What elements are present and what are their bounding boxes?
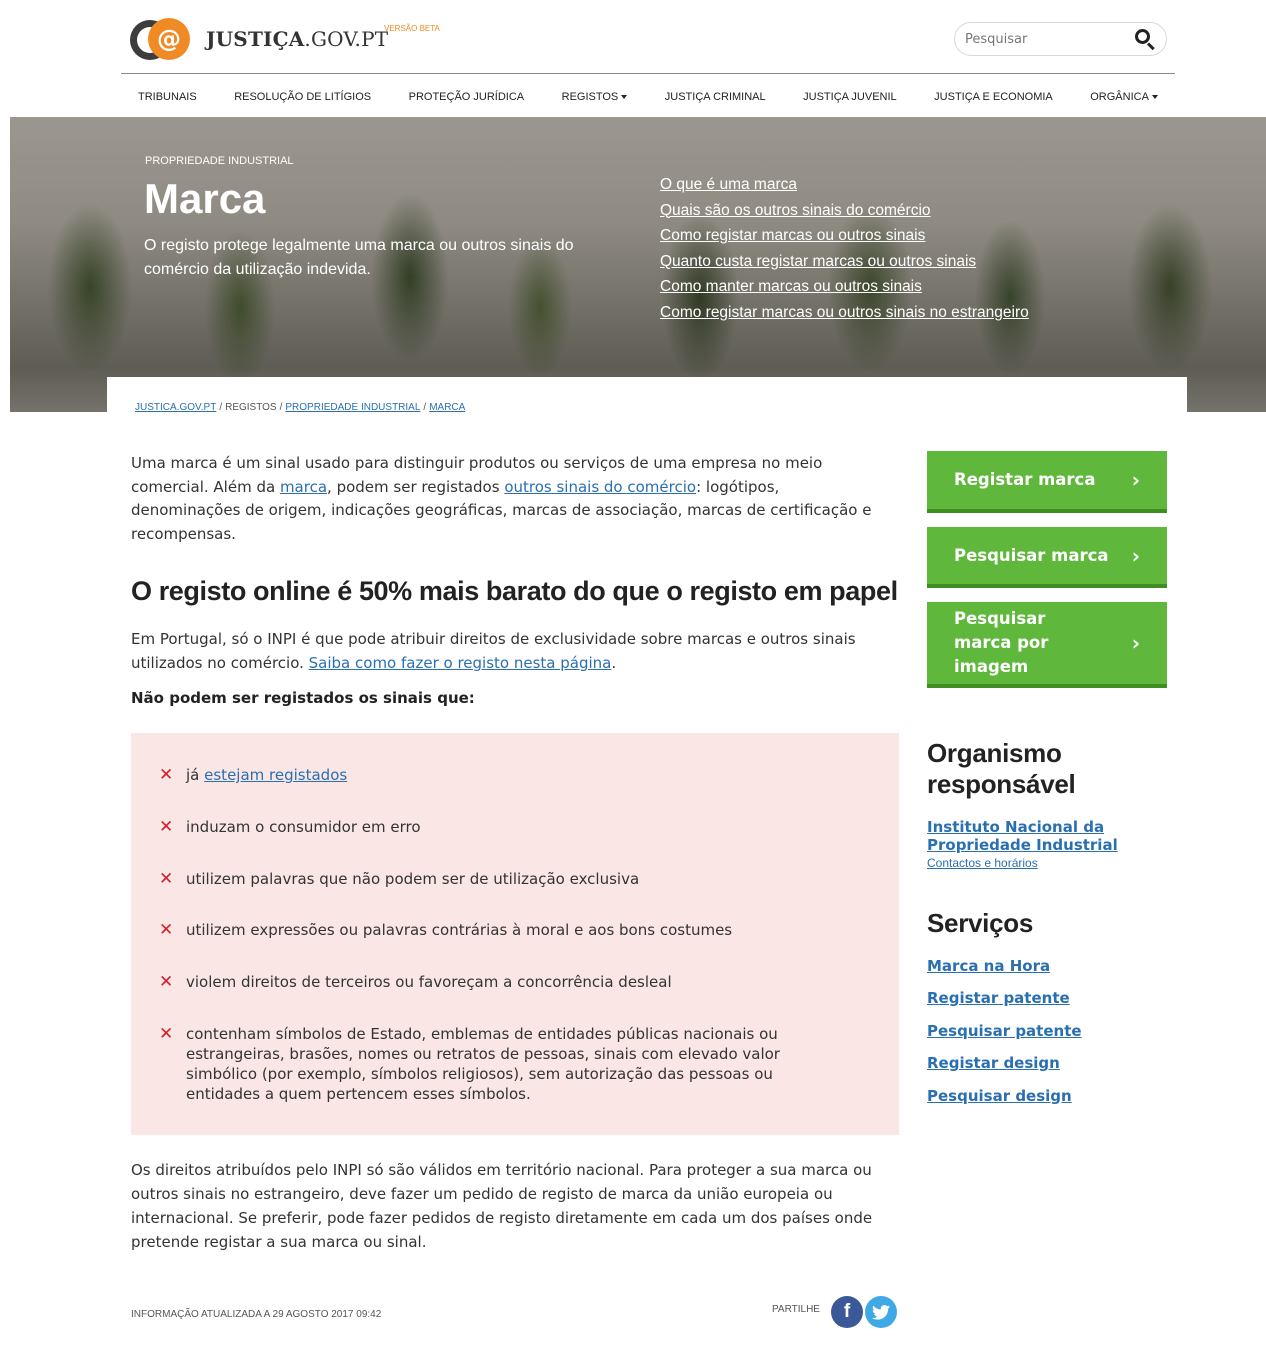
list-item: ✕ induzam o consumidor em erro: [159, 817, 421, 837]
breadcrumb-marca[interactable]: MARCA: [429, 402, 465, 413]
services-list: Marca na Hora Registar patente Pesquisar…: [927, 956, 1082, 1118]
contactos-link[interactable]: Contactos e horários: [927, 856, 1038, 870]
page-title: Marca: [144, 175, 266, 222]
organismo-heading: Organismo responsável: [927, 738, 1076, 799]
hero-description: O registo protege legalmente uma marca o…: [144, 237, 574, 278]
registar-marca-button[interactable]: Registar marca ›: [927, 451, 1167, 513]
header-divider: [121, 73, 1175, 74]
search-box[interactable]: [954, 22, 1167, 56]
list-item: ✕ contenham símbolos de Estado, emblemas…: [159, 1024, 780, 1103]
saiba-como-link[interactable]: Saiba como fazer o registo nesta página: [309, 654, 612, 672]
x-icon: ✕: [159, 1024, 174, 1044]
x-icon: ✕: [159, 765, 174, 785]
facebook-icon[interactable]: f: [831, 1296, 863, 1328]
inpi-link[interactable]: Instituto Nacional da Propriedade Indust…: [927, 818, 1157, 854]
twitter-icon[interactable]: [865, 1296, 897, 1328]
estejam-registados-link[interactable]: estejam registados: [204, 766, 347, 784]
nav-item-justica-criminal[interactable]: JUSTIÇA CRIMINAL: [665, 91, 766, 103]
hero-link-outros-sinais[interactable]: Quais são os outros sinais do comércio: [660, 202, 931, 219]
nav-item-organica[interactable]: ORGÂNICA: [1090, 91, 1158, 103]
x-icon: ✕: [159, 869, 174, 889]
hero-link-como-manter[interactable]: Como manter marcas ou outros sinais: [660, 278, 922, 295]
hero-banner: PROPRIEDADE INDUSTRIAL Marca O registo p…: [10, 117, 1266, 412]
beta-badge: VERSÃO BETA: [384, 24, 440, 33]
pesquisar-marca-imagem-button[interactable]: Pesquisar marca por imagem ›: [927, 602, 1167, 688]
x-icon: ✕: [159, 920, 174, 940]
search-icon[interactable]: [1134, 28, 1156, 51]
inpi-paragraph: Em Portugal, só o INPI é que pode atribu…: [131, 630, 856, 672]
logo-mark: @: [130, 16, 198, 62]
hero-quick-links: O que é uma marca Quais são os outros si…: [660, 174, 1029, 328]
list-item: ✕ já estejam registados: [159, 765, 348, 785]
last-updated: INFORMAÇÃO ATUALIZADA A 29 AGOSTO 2017 0…: [131, 1309, 382, 1320]
main-nav: TRIBUNAIS RESOLUÇÃO DE LITÍGIOS PROTEÇÃO…: [138, 86, 1158, 108]
outro-paragraph: Os direitos atribuídos pelo INPI só são …: [131, 1161, 873, 1251]
service-pesquisar-design[interactable]: Pesquisar design: [927, 1087, 1072, 1105]
search-input[interactable]: [965, 31, 1125, 47]
nav-item-protecao-juridica[interactable]: PROTEÇÃO JURÍDICA: [409, 91, 525, 103]
servicos-heading: Serviços: [927, 908, 1034, 938]
pesquisar-marca-button[interactable]: Pesquisar marca ›: [927, 527, 1167, 588]
list-item: ✕ utilizem palavras que não podem ser de…: [159, 869, 640, 889]
hero-link-o-que-e-marca[interactable]: O que é uma marca: [660, 176, 797, 193]
hero-kicker: PROPRIEDADE INDUSTRIAL: [145, 155, 294, 167]
chevron-right-icon: ›: [1131, 468, 1140, 492]
marca-link[interactable]: marca: [280, 478, 327, 496]
restrictions-box: ✕ já estejam registados ✕ induzam o cons…: [131, 733, 899, 1135]
outros-sinais-link[interactable]: outros sinais do comércio: [504, 478, 696, 496]
nav-item-tribunais[interactable]: TRIBUNAIS: [138, 91, 197, 103]
hero-link-como-registar[interactable]: Como registar marcas ou outros sinais: [660, 227, 925, 244]
nav-item-registos[interactable]: REGISTOS: [562, 91, 628, 103]
hero-link-quanto-custa[interactable]: Quanto custa registar marcas ou outros s…: [660, 253, 976, 270]
hero-link-estrangeiro[interactable]: Como registar marcas ou outros sinais no…: [660, 304, 1029, 321]
x-icon: ✕: [159, 972, 174, 992]
section-heading: O registo online é 50% mais barato do qu…: [131, 576, 898, 606]
chevron-right-icon: ›: [1131, 543, 1140, 568]
service-marca-na-hora[interactable]: Marca na Hora: [927, 957, 1050, 975]
restrictions-heading: Não podem ser registados os sinais que:: [131, 689, 475, 707]
x-icon: ✕: [159, 817, 174, 837]
service-registar-design[interactable]: Registar design: [927, 1054, 1060, 1072]
caret-down-icon: [621, 95, 628, 100]
service-registar-patente[interactable]: Registar patente: [927, 989, 1070, 1007]
service-pesquisar-patente[interactable]: Pesquisar patente: [927, 1022, 1082, 1040]
breadcrumb-registos: REGISTOS: [225, 402, 277, 413]
breadcrumb: JUSTICA.GOV.PT / REGISTOS / PROPRIEDADE INDU…: [135, 402, 466, 413]
site-logo[interactable]: @ JUSTIÇA.GOV.PT VERSÃO BETA: [130, 14, 460, 64]
nav-item-justica-juvenil[interactable]: JUSTIÇA JUVENIL: [803, 91, 897, 103]
logo-text: JUSTIÇA.GOV.PT: [206, 27, 389, 51]
list-item: ✕ utilizem expressões ou palavras contrá…: [159, 920, 733, 940]
chevron-right-icon: ›: [1131, 631, 1140, 655]
nav-item-justica-economia[interactable]: JUSTIÇA E ECONOMIA: [934, 91, 1053, 103]
share-label: PARTILHE: [772, 1304, 820, 1315]
intro-paragraph: Uma marca é um sinal usado para distingu…: [131, 454, 872, 543]
nav-item-resolucao-litigios[interactable]: RESOLUÇÃO DE LITÍGIOS: [234, 91, 371, 103]
list-item: ✕ violem direitos de terceiros ou favore…: [159, 972, 672, 992]
breadcrumb-home[interactable]: JUSTICA.GOV.PT: [135, 402, 216, 413]
caret-down-icon: [1151, 95, 1158, 100]
breadcrumb-propriedade-industrial[interactable]: PROPRIEDADE INDUSTRIAL: [285, 402, 420, 413]
